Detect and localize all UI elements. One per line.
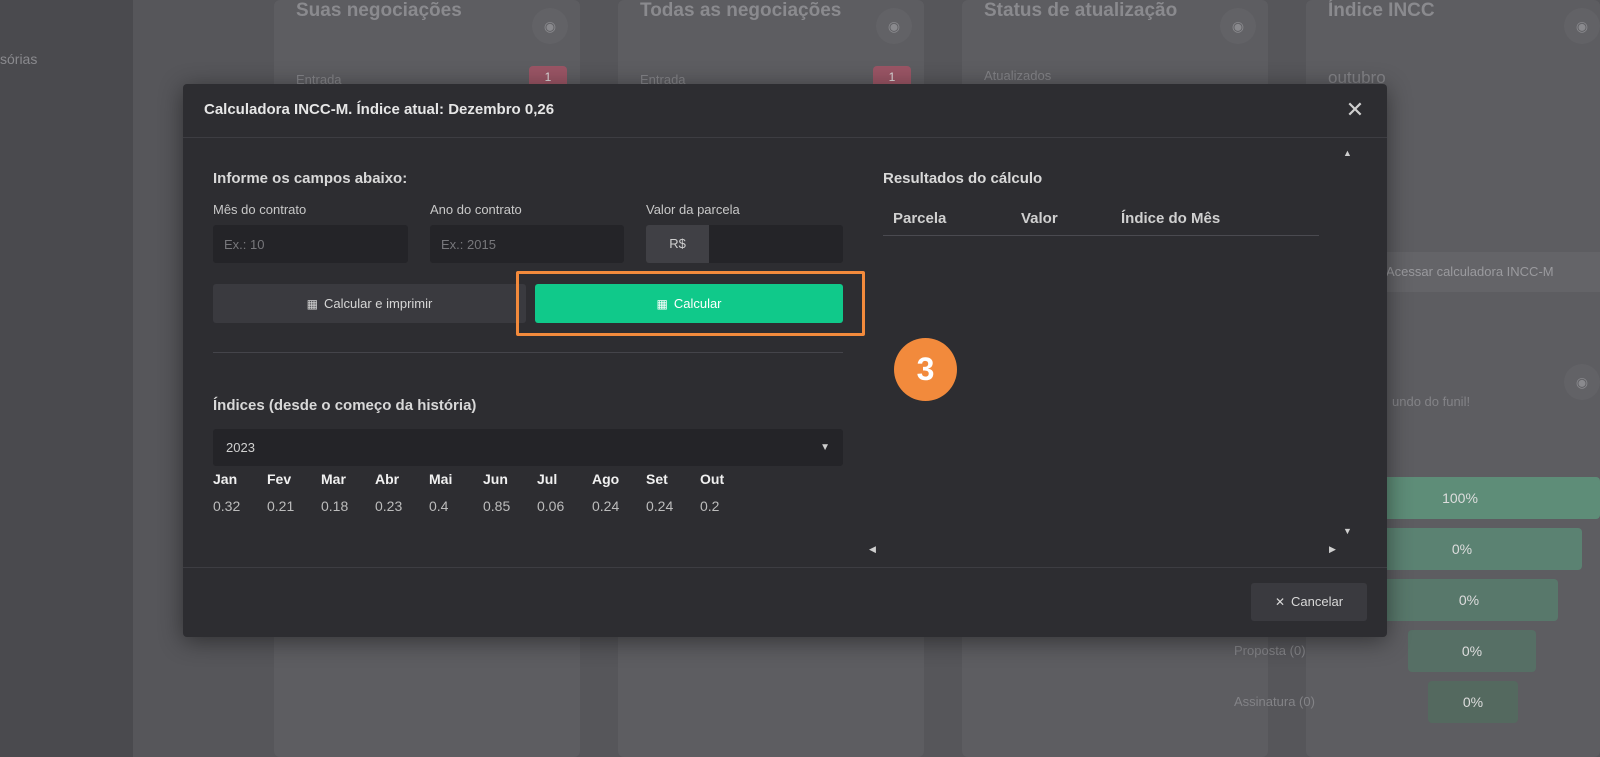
month-index-value: 0.2 bbox=[700, 498, 720, 514]
step-badge: 3 bbox=[894, 338, 957, 401]
close-icon: ✕ bbox=[1274, 595, 1286, 609]
month-index-value: 0.24 bbox=[646, 498, 674, 514]
funnel-bar: 0% bbox=[1428, 681, 1518, 723]
month-header: Abr bbox=[375, 471, 400, 487]
cancel-label: Cancelar bbox=[1291, 594, 1344, 609]
card-title: Índice INCC bbox=[1328, 0, 1435, 21]
history-heading: Índices (desde o começo da história) bbox=[213, 397, 477, 414]
funnel-label: Assinatura (0) bbox=[1234, 694, 1315, 709]
card-subtitle: Atualizados bbox=[984, 68, 1052, 83]
scroll-left-icon[interactable]: ◀ bbox=[869, 544, 876, 555]
month-header: Mai bbox=[429, 471, 453, 487]
eye-icon: ◉ bbox=[1564, 364, 1600, 400]
column-header-indice: Índice do Mês bbox=[1121, 210, 1221, 227]
form-heading: Informe os campos abaixo: bbox=[213, 170, 408, 187]
caret-down-icon: ▼ bbox=[820, 442, 830, 453]
modal-header: Calculadora INCC-M. Índice atual: Dezemb… bbox=[183, 84, 1387, 138]
installment-label: Valor da parcela bbox=[646, 202, 740, 217]
scroll-right-icon[interactable]: ▶ bbox=[1329, 544, 1336, 555]
month-input[interactable] bbox=[213, 225, 408, 263]
eye-icon: ◉ bbox=[1220, 8, 1256, 44]
eye-icon: ◉ bbox=[876, 8, 912, 44]
funnel-hint: undo do funil! bbox=[1392, 394, 1471, 409]
scroll-up-icon[interactable]: ▲ bbox=[1343, 148, 1352, 158]
year-label: Ano do contrato bbox=[430, 202, 522, 217]
calculate-and-print-button[interactable]: ▦ Calcular e imprimir bbox=[213, 284, 526, 323]
close-icon[interactable]: ✕ bbox=[1341, 96, 1369, 124]
year-select[interactable]: 2023 ▼ bbox=[213, 429, 843, 466]
month-header: Set bbox=[646, 471, 668, 487]
cancel-button[interactable]: ✕ Cancelar bbox=[1251, 583, 1367, 621]
eye-icon: ◉ bbox=[532, 8, 568, 44]
month-header: Mar bbox=[321, 471, 346, 487]
month-header: Jan bbox=[213, 471, 238, 487]
month-index-value: 0.18 bbox=[321, 498, 349, 514]
divider bbox=[213, 352, 843, 353]
card-title: Status de atualização bbox=[984, 0, 1178, 21]
installment-input[interactable] bbox=[709, 225, 843, 263]
calculate-button[interactable]: ▦ Calcular bbox=[535, 284, 843, 323]
incc-calculator-modal: Calculadora INCC-M. Índice atual: Dezemb… bbox=[183, 84, 1387, 637]
month-header: Fev bbox=[267, 471, 292, 487]
year-select-value: 2023 bbox=[226, 440, 255, 455]
column-header-valor: Valor bbox=[1021, 210, 1058, 227]
eye-icon: ◉ bbox=[1564, 8, 1600, 44]
calculate-label: Calcular bbox=[673, 296, 722, 311]
funnel-bar: 0% bbox=[1408, 630, 1536, 672]
month-header: Ago bbox=[592, 471, 620, 487]
results-table-header: Parcela Valor Índice do Mês bbox=[883, 200, 1319, 236]
month-header: Jun bbox=[483, 471, 508, 487]
modal-title: Calculadora INCC-M. Índice atual: Dezemb… bbox=[204, 101, 555, 118]
scroll-down-icon[interactable]: ▼ bbox=[1343, 526, 1352, 536]
month-label: Mês do contrato bbox=[213, 202, 307, 217]
year-input[interactable] bbox=[430, 225, 624, 263]
open-incc-calculator-link[interactable]: Acessar calculadora INCC-M bbox=[1364, 252, 1600, 292]
month-header: Jul bbox=[537, 471, 558, 487]
month-index-value: 0.24 bbox=[592, 498, 620, 514]
card-title: Todas as negociações bbox=[640, 0, 842, 21]
month-index-value: 0.06 bbox=[537, 498, 565, 514]
calculator-icon: ▦ bbox=[306, 297, 318, 311]
modal-footer-divider bbox=[183, 567, 1387, 568]
currency-addon: R$ bbox=[646, 225, 709, 263]
month-header: Out bbox=[700, 471, 725, 487]
month-index-value: 0.32 bbox=[213, 498, 241, 514]
sidebar: sórias bbox=[0, 0, 133, 757]
month-index-value: 0.23 bbox=[375, 498, 403, 514]
month-index-value: 0.21 bbox=[267, 498, 295, 514]
month-index-value: 0.85 bbox=[483, 498, 511, 514]
results-heading: Resultados do cálculo bbox=[883, 170, 1043, 187]
funnel-label: Proposta (0) bbox=[1234, 643, 1306, 658]
sidebar-item-label: sórias bbox=[0, 51, 38, 67]
column-header-parcela: Parcela bbox=[893, 210, 947, 227]
calculate-and-print-label: Calcular e imprimir bbox=[323, 296, 433, 311]
funnel-bar: 0% bbox=[1380, 579, 1558, 621]
calculator-icon: ▦ bbox=[656, 297, 668, 311]
month-index-value: 0.4 bbox=[429, 498, 449, 514]
card-title: Suas negociações bbox=[296, 0, 462, 21]
